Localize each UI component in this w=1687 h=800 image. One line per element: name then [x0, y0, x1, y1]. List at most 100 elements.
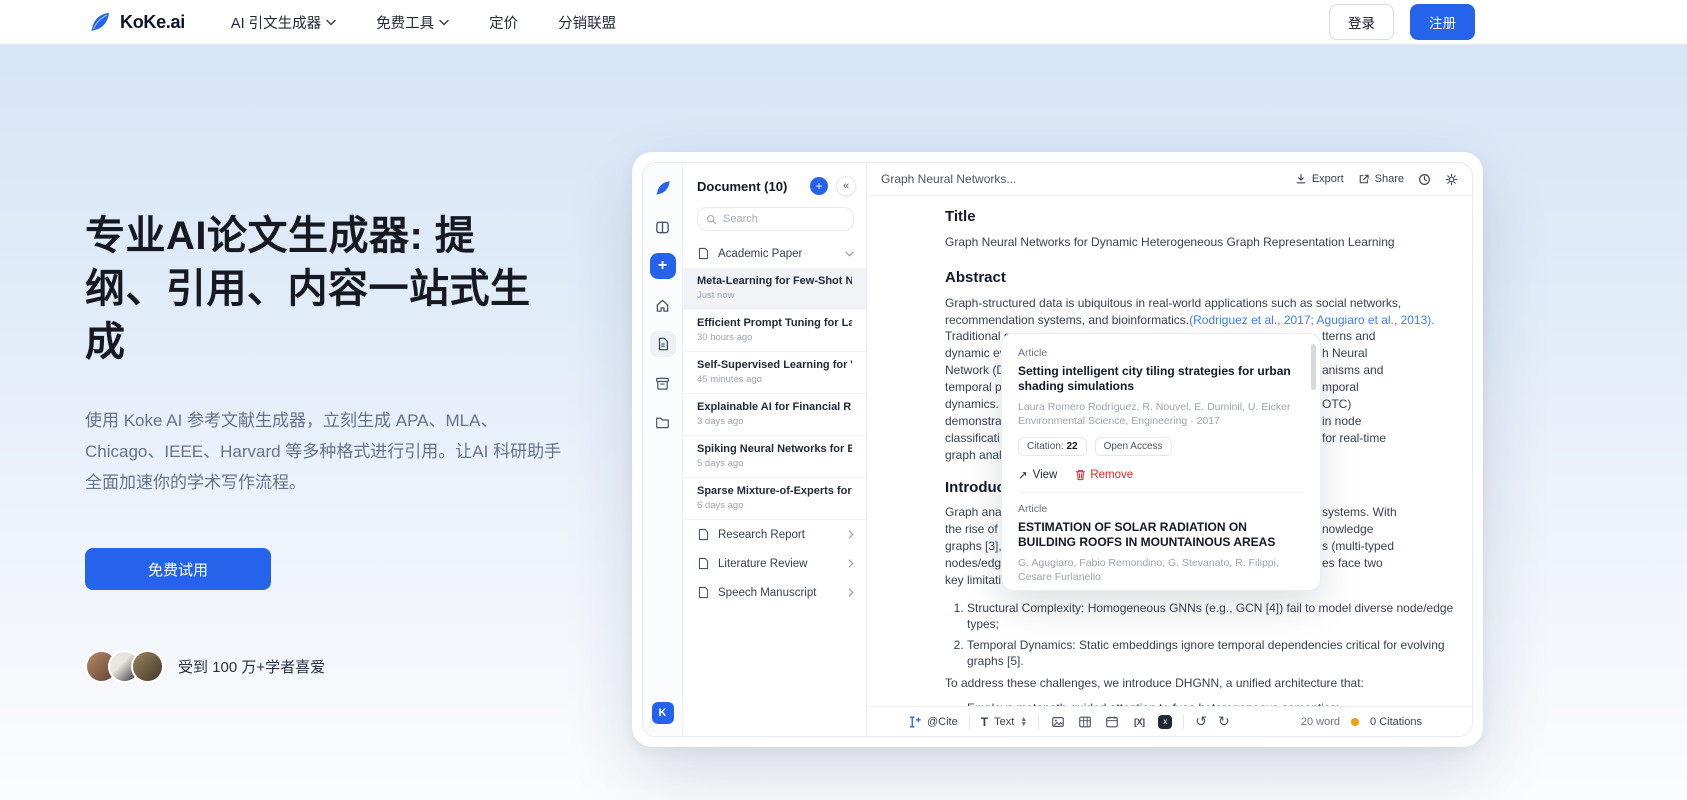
document-title: Sparse Mixture-of-Experts for L... [697, 485, 852, 497]
nav-item[interactable]: 免费工具 [376, 12, 449, 33]
nav-item[interactable]: 分销联盟 [558, 12, 616, 33]
social-proof: 受到 100 万+学者喜爱 [85, 650, 585, 683]
file-icon [697, 247, 710, 260]
document-list: Meta-Learning for Few-Shot NLP Just now … [683, 268, 866, 520]
add-document-button[interactable]: + [810, 177, 828, 195]
nav-item[interactable]: AI 引文生成器 [231, 12, 336, 33]
article-authors: Laura Romero Rodríguez, R. Nouvel, E. Du… [1018, 400, 1304, 414]
text-style-dropdown[interactable]: T Text ▲▼ [981, 715, 1027, 729]
settings-button[interactable] [1445, 173, 1458, 186]
brand-logo[interactable]: KoKe.ai [88, 10, 185, 34]
signup-button[interactable]: 注册 [1410, 4, 1475, 40]
document-title: Self-Supervised Learning for Vid... [697, 359, 852, 371]
search-input[interactable] [723, 213, 845, 225]
nav-item[interactable]: 定价 [489, 12, 518, 33]
document-timestamp: 5 days ago [697, 458, 852, 469]
document-sidebar: Document (10) + « Academic Paper [683, 163, 867, 736]
article-title: Setting intelligent city tiling strategi… [1018, 364, 1304, 394]
app-window: + K Document (10) + [642, 162, 1473, 737]
document-title: Meta-Learning for Few-Shot NLP [697, 275, 852, 287]
chevron-updown-icon: ▲▼ [1020, 717, 1027, 727]
citation-popover: Article Setting intelligent city tiling … [1001, 333, 1321, 591]
documents-icon[interactable] [650, 331, 676, 357]
icon-rail: + K [643, 163, 683, 736]
sidebar-title: Document (10) [697, 179, 802, 194]
image-icon[interactable] [1050, 714, 1066, 730]
document-list-item[interactable]: Sparse Mixture-of-Experts for L... 6 day… [683, 478, 866, 520]
document-list-item[interactable]: Spiking Neural Networks for Edg... 5 day… [683, 436, 866, 478]
document-list-item[interactable]: Explainable AI for Financial Risk... 3 d… [683, 394, 866, 436]
abstract-line: Graph-structured data is ubiquitous in r… [945, 295, 1458, 312]
collapse-sidebar-button[interactable]: « [836, 176, 856, 196]
document-title-label: Graph Neural Networks... [881, 172, 1281, 186]
folder-list: Research Report Literature Review [683, 520, 866, 607]
archive-icon[interactable] [650, 370, 676, 396]
layout-panel-icon[interactable] [650, 214, 676, 240]
trash-icon [1075, 469, 1086, 481]
home-icon[interactable] [650, 292, 676, 318]
article-type-label: Article [1018, 503, 1304, 515]
file-icon [697, 557, 710, 570]
formula-icon[interactable]: [X] [1131, 714, 1147, 730]
folder-list-item[interactable]: Research Report [683, 520, 866, 549]
history-button[interactable] [1418, 173, 1431, 186]
table-icon[interactable] [1077, 714, 1093, 730]
page-title: 专业AI论文生成器: 提纲、引用、内容一站式生成 [85, 210, 545, 368]
folder-icon[interactable] [650, 409, 676, 435]
folder-list-item[interactable]: Speech Manuscript [683, 578, 866, 607]
embed-block-icon[interactable]: x [1158, 715, 1172, 729]
hero-section: 专业AI论文生成器: 提纲、引用、内容一站式生成 使用 Koke AI 参考文献… [0, 45, 1687, 800]
new-document-button[interactable]: + [650, 253, 676, 279]
nav-item-label: 免费工具 [376, 12, 434, 33]
chevron-right-icon [848, 588, 854, 597]
document-list-item[interactable]: Meta-Learning for Few-Shot NLP Just now [683, 268, 866, 310]
brand-name: KoKe.ai [120, 12, 185, 33]
document-list-item[interactable]: Self-Supervised Learning for Vid... 45 m… [683, 352, 866, 394]
free-trial-button[interactable]: 免费试用 [85, 548, 271, 590]
open-access-badge: Open Access [1095, 437, 1172, 456]
search-box[interactable] [697, 207, 854, 231]
section-label: Academic Paper [718, 248, 837, 260]
document-title: Spiking Neural Networks for Edg... [697, 443, 852, 455]
article-badges: Citation: 22 Open Access [1018, 437, 1304, 456]
popover-scrollbar[interactable] [1311, 344, 1316, 390]
paper-title-text: Graph Neural Networks for Dynamic Hetero… [945, 234, 1458, 251]
nav-item-label: 分销联盟 [558, 12, 616, 33]
citation-status-dot [1351, 718, 1359, 726]
document-timestamp: 30 hours ago [697, 332, 852, 343]
share-button[interactable]: Share [1358, 173, 1404, 185]
cite-button[interactable]: @Cite [907, 715, 958, 729]
file-icon [697, 586, 710, 599]
document-title: Efficient Prompt Tuning for Larg... [697, 317, 852, 329]
clock-icon [1418, 173, 1431, 186]
citation-count: 0 Citations [1370, 716, 1422, 728]
undo-button[interactable]: ↺ [1195, 713, 1207, 730]
remove-button[interactable]: Remove [1075, 469, 1133, 481]
citation-count-badge: Citation: 22 [1018, 437, 1087, 456]
folder-label: Speech Manuscript [718, 587, 840, 599]
calendar-icon[interactable] [1104, 714, 1120, 730]
download-icon [1295, 173, 1307, 185]
feather-logo-icon [650, 175, 676, 201]
view-button[interactable]: ↗ View [1018, 468, 1057, 482]
hero-copy: 专业AI论文生成器: 提纲、引用、内容一站式生成 使用 Koke AI 参考文献… [85, 210, 585, 683]
social-proof-label: 受到 100 万+学者喜爱 [178, 656, 325, 677]
section-academic-paper[interactable]: Academic Paper [683, 241, 866, 268]
text-style-icon: T [981, 715, 988, 729]
editor-toolbar: Graph Neural Networks... Export Share [867, 163, 1472, 196]
chevron-down-icon [845, 251, 854, 257]
list-item: Employs metapath-guided attention to fus… [967, 700, 1458, 706]
nav-actions: 登录 注册 [1329, 4, 1475, 40]
document-list-item[interactable]: Efficient Prompt Tuning for Larg... 30 h… [683, 310, 866, 352]
nav-links: AI 引文生成器 免费工具 定价 分销联盟 [231, 12, 1329, 33]
redo-button[interactable]: ↻ [1218, 713, 1230, 730]
external-arrow-icon: ↗ [1018, 468, 1028, 482]
login-button[interactable]: 登录 [1329, 4, 1394, 40]
folder-list-item[interactable]: Literature Review [683, 549, 866, 578]
export-button[interactable]: Export [1295, 173, 1344, 185]
citation-link[interactable]: (Rodriguez et al., 2017; Agugiaro et al.… [1189, 313, 1435, 327]
section-heading-abstract: Abstract [945, 269, 1458, 286]
chevron-right-icon [848, 559, 854, 568]
sidebar-header: Document (10) + « [683, 163, 866, 205]
user-avatar[interactable]: K [652, 702, 674, 724]
